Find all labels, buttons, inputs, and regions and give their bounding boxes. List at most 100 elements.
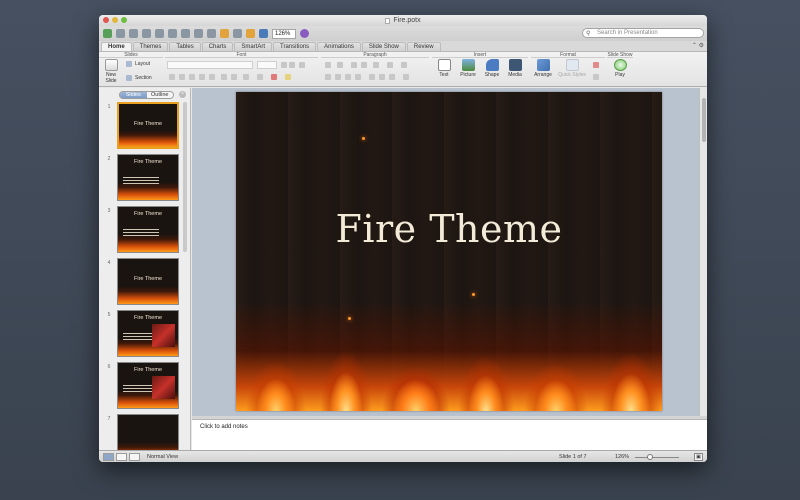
slide-number: 4 (107, 260, 111, 266)
align-bottom-icon[interactable] (389, 74, 395, 80)
search-placeholder: Search in Presentation (597, 30, 658, 36)
new-slide-button[interactable]: New Slide (100, 59, 122, 84)
tab-smartart[interactable]: SmartArt (234, 42, 273, 51)
format-painter-icon[interactable] (207, 29, 216, 38)
tab-themes[interactable]: Themes (132, 42, 169, 51)
slide-sorter-view-button[interactable] (116, 453, 127, 461)
text-direction-icon[interactable] (373, 62, 379, 68)
zoom-select[interactable]: 126% (272, 28, 296, 39)
close-pane-icon[interactable]: × (179, 91, 186, 98)
font-color-icon[interactable] (271, 74, 277, 80)
font-size-select[interactable] (257, 61, 277, 69)
increase-indent-icon[interactable] (361, 62, 367, 68)
help-icon[interactable] (300, 29, 309, 38)
slide-thumbnail[interactable]: Fire Theme (117, 102, 179, 149)
shape-button[interactable]: Shape (482, 59, 502, 78)
save-icon[interactable] (142, 29, 151, 38)
slide-thumbnail-row[interactable]: 3 Fire Theme (99, 206, 191, 256)
bullets-icon[interactable] (325, 62, 331, 68)
line-spacing-icon[interactable] (401, 62, 407, 68)
decrease-indent-icon[interactable] (351, 62, 357, 68)
change-case-icon[interactable] (243, 74, 249, 80)
redo-icon[interactable] (233, 29, 242, 38)
new-document-icon[interactable] (116, 29, 125, 38)
shrink-font-icon[interactable] (289, 62, 295, 68)
align-top-icon[interactable] (369, 74, 375, 80)
picture-button[interactable]: Picture (457, 59, 479, 78)
slide-thumbnail-row[interactable]: 5 Fire Theme (99, 310, 191, 360)
tab-transitions[interactable]: Transitions (273, 42, 317, 51)
media-button[interactable]: Media (505, 59, 525, 78)
slide-thumbnail-row[interactable]: 2 Fire Theme (99, 154, 191, 204)
clear-format-icon[interactable] (299, 62, 305, 68)
slide-thumbnail-row[interactable]: 4 Fire Theme (99, 258, 191, 308)
fit-to-window-icon[interactable]: ▣ (694, 453, 703, 461)
character-spacing-icon[interactable] (257, 74, 263, 80)
slideshow-toolbar-icon[interactable] (259, 29, 268, 38)
current-slide[interactable]: Fire Theme (236, 92, 662, 411)
slide-thumbnail-row[interactable]: 7 (99, 414, 191, 450)
align-middle-icon[interactable] (379, 74, 385, 80)
normal-view-button[interactable] (103, 453, 114, 461)
play-button[interactable]: Play (610, 59, 630, 78)
media-browser-icon[interactable] (246, 29, 255, 38)
numbering-icon[interactable] (337, 62, 343, 68)
slide-thumbnail[interactable]: Fire Theme (117, 362, 179, 409)
grow-font-icon[interactable] (281, 62, 287, 68)
notes-pane[interactable]: Click to add notes (192, 419, 707, 450)
subscript-icon[interactable] (231, 74, 237, 80)
zoom-slider-knob[interactable] (647, 454, 653, 460)
slide-thumbnail[interactable] (117, 414, 179, 450)
undo-icon[interactable] (220, 29, 229, 38)
copy-icon[interactable] (181, 29, 190, 38)
slide-thumbnail[interactable]: Fire Theme (117, 206, 179, 253)
columns-icon[interactable] (387, 62, 393, 68)
strikethrough-icon[interactable] (209, 74, 215, 80)
align-right-icon[interactable] (345, 74, 351, 80)
outline-tab[interactable]: Outline (146, 92, 173, 98)
minimize-window-button[interactable] (112, 17, 118, 23)
font-name-select[interactable] (167, 61, 253, 69)
print-icon[interactable] (155, 29, 164, 38)
slides-tab[interactable]: Slides (120, 92, 147, 98)
align-center-icon[interactable] (335, 74, 341, 80)
highlight-icon[interactable] (285, 74, 291, 80)
open-icon[interactable] (129, 29, 138, 38)
convert-smartart-icon[interactable] (403, 74, 409, 80)
ribbon-collapse-icon[interactable]: ⌃ ⚙ (692, 42, 704, 49)
new-slide-toolbar-icon[interactable] (103, 29, 112, 38)
tab-review[interactable]: Review (406, 42, 441, 51)
zoom-slider[interactable] (635, 457, 679, 458)
slide-title[interactable]: Fire Theme (236, 207, 662, 251)
tab-slide-show[interactable]: Slide Show (361, 42, 406, 51)
shadow-icon[interactable] (199, 74, 205, 80)
slide-thumbnail[interactable]: Fire Theme (117, 154, 179, 201)
quick-styles-button[interactable]: Quick Styles (556, 59, 588, 78)
cut-icon[interactable] (168, 29, 177, 38)
underline-icon[interactable] (189, 74, 195, 80)
justify-icon[interactable] (355, 74, 361, 80)
tab-tables[interactable]: Tables (169, 42, 201, 51)
slide-show-view-button[interactable] (129, 453, 140, 461)
close-window-button[interactable] (103, 17, 109, 23)
editor-scrollbar[interactable] (699, 88, 707, 416)
text-button[interactable]: Text (434, 59, 454, 78)
search-input[interactable]: ⚲ Search in Presentation (582, 28, 704, 38)
tab-home[interactable]: Home (101, 42, 132, 51)
align-left-icon[interactable] (325, 74, 331, 80)
shape-line-icon[interactable] (593, 74, 599, 80)
superscript-icon[interactable] (221, 74, 227, 80)
slide-thumbnail[interactable]: Fire Theme (117, 310, 179, 357)
slide-thumbnail-row[interactable]: 6 Fire Theme (99, 362, 191, 412)
zoom-window-button[interactable] (121, 17, 127, 23)
tab-charts[interactable]: Charts (201, 42, 234, 51)
arrange-button[interactable]: Arrange (532, 59, 554, 78)
tab-animations[interactable]: Animations (317, 42, 361, 51)
bold-icon[interactable] (169, 74, 175, 80)
italic-icon[interactable] (179, 74, 185, 80)
slide-thumbnail[interactable]: Fire Theme (117, 258, 179, 305)
paste-icon[interactable] (194, 29, 203, 38)
slide-thumbnail-row[interactable]: 1 Fire Theme (99, 102, 191, 152)
shape-fill-icon[interactable] (593, 62, 599, 68)
editor-scroll-thumb[interactable] (702, 98, 706, 142)
